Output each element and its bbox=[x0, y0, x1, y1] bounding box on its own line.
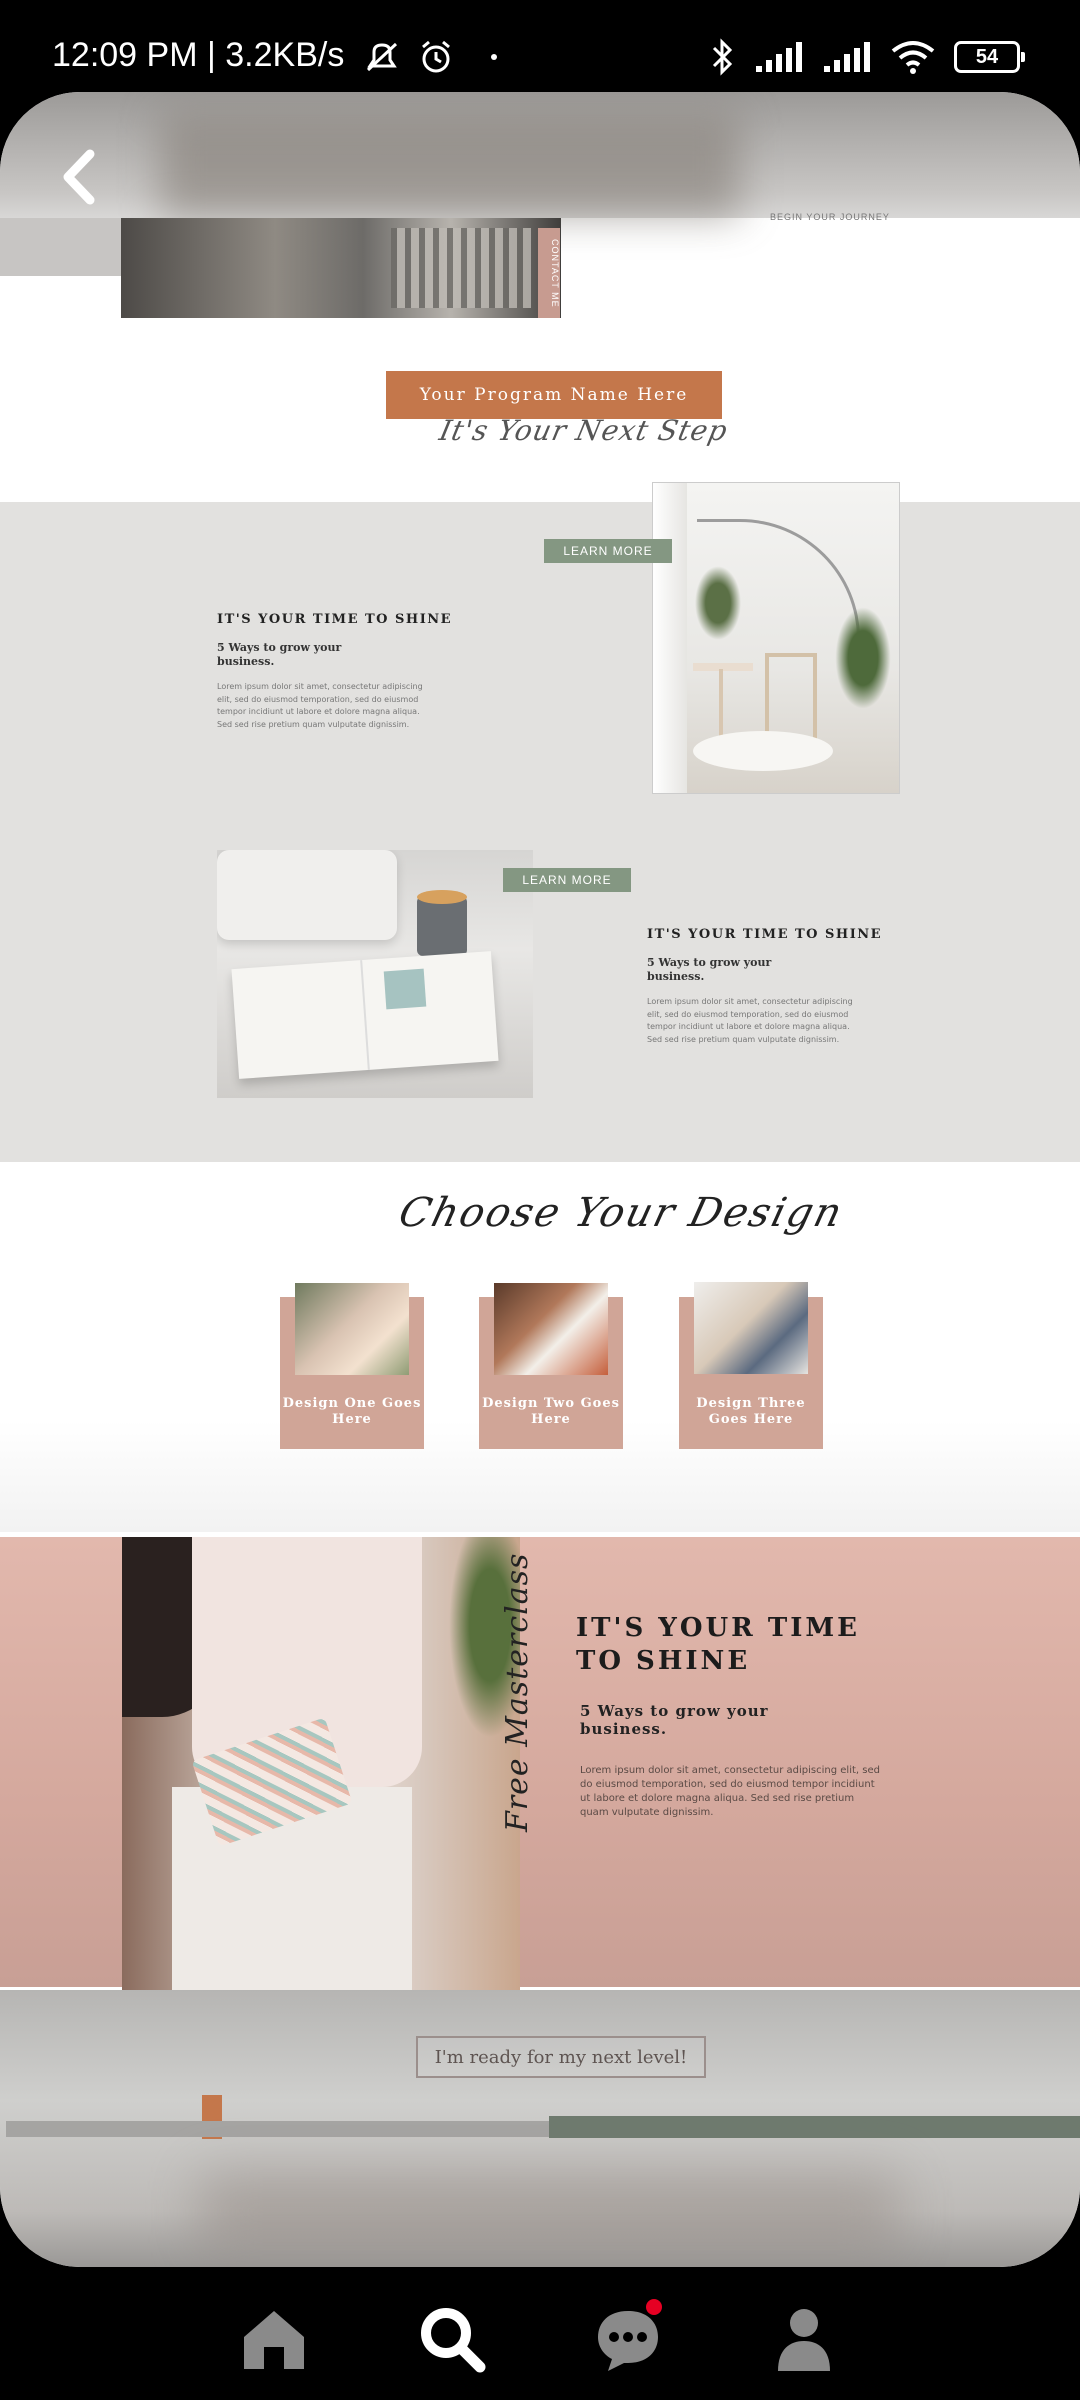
back-button[interactable] bbox=[46, 142, 116, 212]
learn-more-button: LEARN MORE bbox=[544, 539, 672, 563]
masterclass-script: Free Masterclass bbox=[500, 1552, 535, 1832]
signal-icon bbox=[754, 40, 804, 74]
shine-title: IT'S YOUR TIME TO SHINE bbox=[576, 1613, 860, 1676]
woman-photo bbox=[122, 1537, 520, 1991]
features-section bbox=[0, 502, 1080, 1162]
pin-closeup[interactable]: BEGIN YOUR JOURNEY CONTACT ME Your Progr… bbox=[0, 92, 1080, 2267]
bluetooth-icon bbox=[708, 38, 736, 76]
design-photo bbox=[295, 1283, 409, 1375]
signal-icon bbox=[822, 40, 872, 74]
choose-design-script: Choose Your Design bbox=[394, 1190, 849, 1236]
bottom-nav bbox=[0, 2267, 1080, 2400]
shine-subtitle: 5 Ways to grow your business. bbox=[580, 1702, 769, 1738]
contact-tab: CONTACT ME bbox=[538, 228, 560, 318]
block-subtitle: 5 Ways to grow your business. bbox=[217, 641, 342, 668]
block-title: IT'S YOUR TIME TO SHINE bbox=[647, 927, 883, 942]
nav-search[interactable] bbox=[416, 2303, 488, 2375]
design-label: Design One Goes Here bbox=[282, 1396, 422, 1427]
block-subtitle: 5 Ways to grow your business. bbox=[647, 956, 772, 983]
search-icon bbox=[421, 2308, 486, 2373]
learn-more-button: LEARN MORE bbox=[503, 868, 631, 892]
book-photo bbox=[217, 850, 533, 1098]
nav-home[interactable] bbox=[238, 2303, 310, 2375]
nav-messages[interactable] bbox=[592, 2299, 664, 2375]
design-label: Design Two Goes Here bbox=[482, 1396, 620, 1427]
ready-button: I'm ready for my next level! bbox=[416, 2036, 706, 2078]
nav-profile[interactable] bbox=[768, 2303, 840, 2375]
hero-photo bbox=[121, 218, 561, 318]
home-icon bbox=[244, 2311, 304, 2369]
pin-tiny-caption: BEGIN YOUR JOURNEY bbox=[770, 212, 890, 222]
notification-dot bbox=[646, 2299, 662, 2315]
shine-body: Lorem ipsum dolor sit amet, consectetur … bbox=[580, 1765, 880, 1818]
profile-icon bbox=[778, 2309, 830, 2371]
design-photo bbox=[494, 1283, 608, 1375]
block-body: Lorem ipsum dolor sit amet, consectetur … bbox=[217, 682, 423, 729]
block-body: Lorem ipsum dolor sit amet, consectetur … bbox=[647, 997, 853, 1044]
design-photo bbox=[694, 1282, 808, 1374]
room-photo bbox=[652, 482, 900, 794]
mute-icon bbox=[362, 40, 402, 74]
alarm-icon bbox=[417, 39, 455, 75]
dot-icon bbox=[490, 54, 497, 61]
next-step-script: It's Your Next Step bbox=[436, 414, 731, 447]
battery-icon: 54 bbox=[954, 41, 1025, 73]
chevron-left-icon bbox=[63, 149, 95, 205]
block-title: IT'S YOUR TIME TO SHINE bbox=[217, 612, 453, 627]
status-bar: 12:09 PM | 3.2KB/s 54 bbox=[0, 0, 1080, 92]
design-label: Design Three Goes Here bbox=[696, 1396, 806, 1427]
status-time-speed: 12:09 PM | 3.2KB/s bbox=[52, 36, 497, 75]
program-name-button: Your Program Name Here bbox=[386, 371, 722, 419]
wifi-icon bbox=[890, 39, 936, 75]
